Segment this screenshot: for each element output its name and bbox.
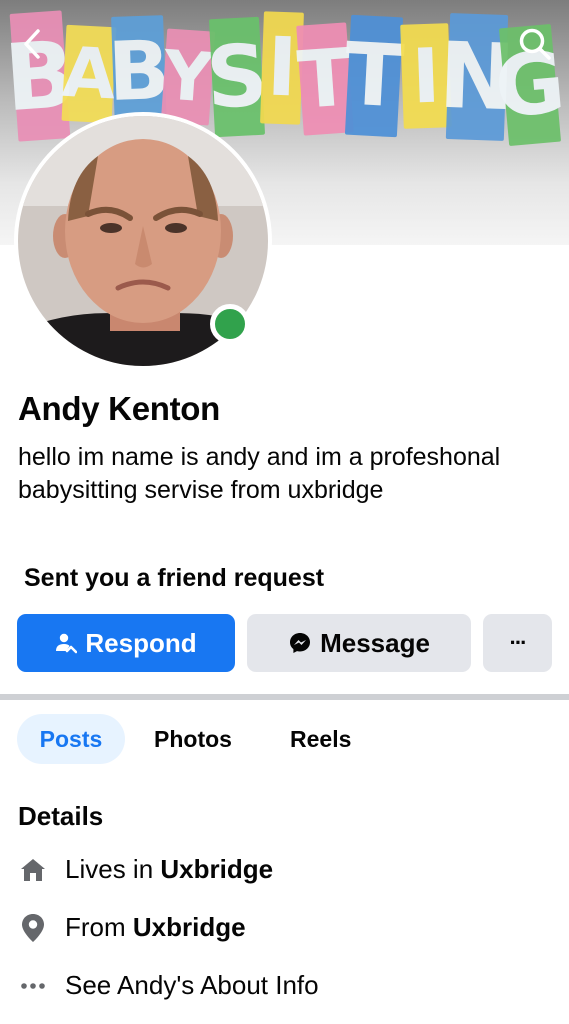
lives-in-place[interactable]: Uxbridge <box>160 854 273 885</box>
messenger-icon <box>290 633 311 653</box>
back-arrow-icon <box>24 29 40 59</box>
about-info-link[interactable]: See Andy's About Info <box>65 970 319 1001</box>
tab-reels[interactable]: Reels <box>290 714 351 764</box>
message-button-label: Message <box>320 627 430 658</box>
detail-lives-in: Lives in Uxbridge <box>18 854 273 885</box>
from-place[interactable]: Uxbridge <box>133 912 246 943</box>
cover-letter-tile: S <box>204 16 270 138</box>
profile-name: Andy Kenton <box>18 390 221 427</box>
detail-from: From Uxbridge <box>18 912 246 943</box>
back-button[interactable] <box>12 24 52 64</box>
respond-button[interactable]: Respond <box>17 614 235 672</box>
tab-photos[interactable]: Photos <box>154 714 232 764</box>
respond-button-label: Respond <box>85 627 197 658</box>
friend-request-notice: Sent you a friend request <box>24 564 325 592</box>
search-button[interactable] <box>515 24 555 64</box>
more-icon: ··· <box>509 630 528 655</box>
more-options-button[interactable]: ··· <box>483 614 552 672</box>
details-heading: Details <box>18 801 104 831</box>
location-pin-icon <box>18 913 48 943</box>
tab-posts[interactable]: Posts <box>17 714 125 764</box>
message-button[interactable]: Message <box>247 614 471 672</box>
search-icon <box>519 28 551 60</box>
home-icon <box>18 855 48 885</box>
lives-in-prefix: Lives in <box>65 854 161 884</box>
profile-bio: hello im name is andy and im a profeshon… <box>18 443 501 504</box>
person-respond-icon <box>56 633 78 654</box>
ellipsis-icon <box>18 971 48 1001</box>
detail-about-info[interactable]: See Andy's About Info <box>18 970 319 1001</box>
from-prefix: From <box>65 912 133 942</box>
section-divider <box>0 694 569 700</box>
online-status-indicator <box>210 304 250 344</box>
cover-letter-tile: T <box>342 14 406 138</box>
